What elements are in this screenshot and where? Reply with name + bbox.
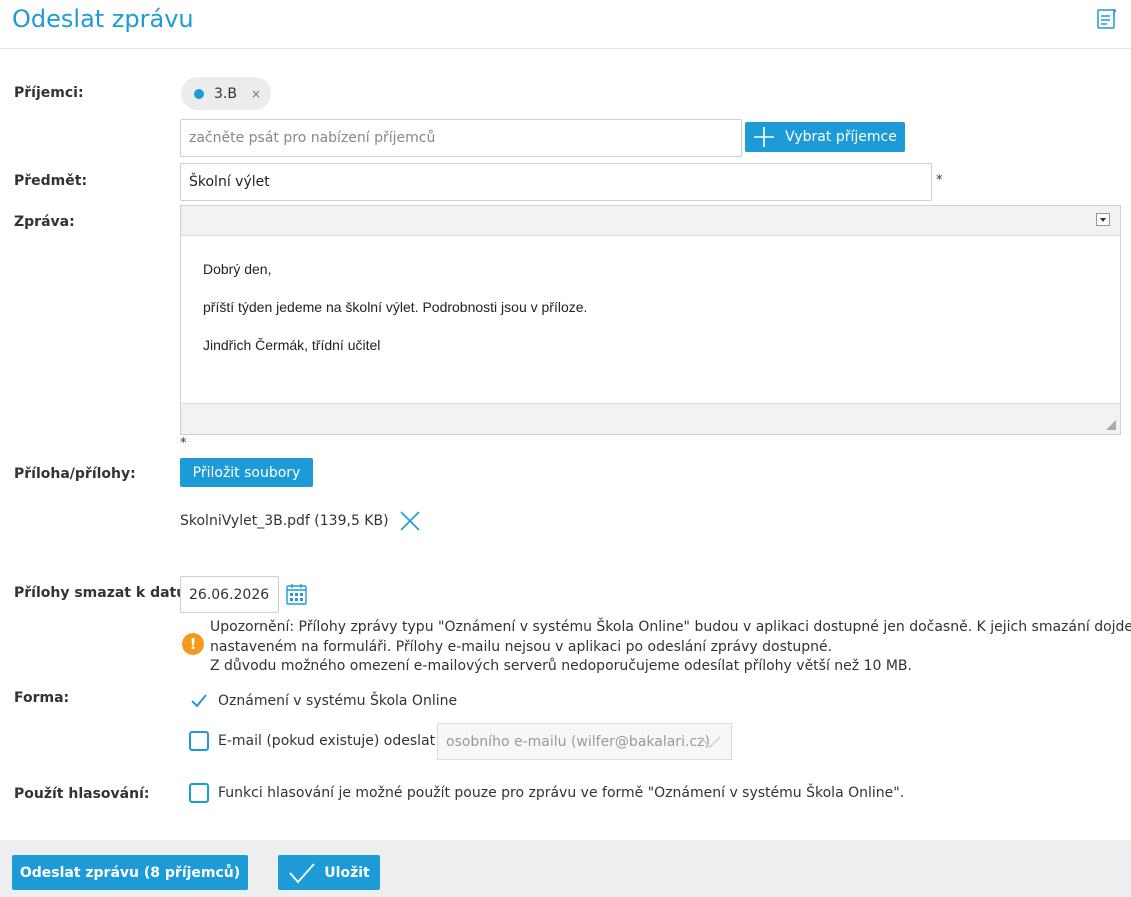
message-line: Jindřich Čermák, třídní učitel bbox=[203, 337, 381, 353]
subject-value: Školní výlet bbox=[189, 174, 270, 190]
editor-toolbar bbox=[181, 206, 1120, 236]
message-label: Zpráva: bbox=[14, 214, 75, 230]
attachment-item: SkolniVylet_3B.pdf (139,5 KB) bbox=[180, 510, 421, 532]
send-message-button[interactable]: Odeslat zprávu (8 příjemců) bbox=[12, 855, 248, 890]
select-recipients-button[interactable]: Vybrat příjemce bbox=[745, 122, 905, 152]
calendar-icon[interactable] bbox=[286, 583, 307, 605]
send-message-label: Odeslat zprávu (8 příjemců) bbox=[19, 864, 241, 881]
option-notice[interactable]: Oznámení v systému Škola Online bbox=[189, 691, 457, 711]
voting-checkbox[interactable] bbox=[189, 783, 209, 803]
message-body[interactable]: Dobrý den, příští týden jedeme na školní… bbox=[203, 261, 587, 375]
save-label: Uložit bbox=[324, 864, 370, 881]
page-header: Odeslat zprávu ? bbox=[0, 0, 1131, 49]
option-email-label: E-mail (pokud existuje) odeslat z: bbox=[218, 733, 452, 749]
message-editor[interactable]: Dobrý den, příští týden jedeme na školní… bbox=[180, 205, 1121, 435]
delete-date-value: 26.06.2026 bbox=[189, 586, 270, 603]
delete-date-label: Přílohy smazat k datu: bbox=[14, 585, 192, 601]
email-source-select[interactable]: osobního e-mailu (wilfer@bakalari.cz) bbox=[437, 723, 732, 760]
footer-bar: Odeslat zprávu (8 příjemců) Uložit bbox=[0, 840, 1131, 897]
recipient-search-input[interactable]: začněte psát pro nabízení příjemců bbox=[180, 119, 742, 157]
attachment-file-name: SkolniVylet_3B.pdf (139,5 KB) bbox=[180, 513, 389, 529]
voting-label: Použít hlasování: bbox=[14, 786, 150, 802]
recipients-label: Příjemci: bbox=[14, 85, 84, 101]
recipient-dot-icon bbox=[194, 88, 204, 99]
option-notice-label: Oznámení v systému Škola Online bbox=[218, 693, 458, 709]
option-email[interactable]: E-mail (pokud existuje) odeslat z: bbox=[189, 731, 452, 751]
page-title: Odeslat zprávu bbox=[12, 5, 194, 33]
chevron-down-icon bbox=[699, 736, 721, 748]
recipient-search-placeholder: začněte psát pro nabízení příjemců bbox=[189, 130, 436, 146]
subject-label: Předmět: bbox=[14, 173, 88, 189]
warning-text: Upozornění: Přílohy zprávy typu "Oznámen… bbox=[210, 618, 1131, 677]
message-required-mark: * bbox=[180, 436, 187, 451]
resize-grip-icon[interactable] bbox=[1106, 420, 1116, 430]
editor-statusbar bbox=[181, 403, 1120, 434]
subject-required-mark: * bbox=[936, 173, 943, 188]
recipient-chip[interactable]: 3.B × bbox=[181, 77, 271, 110]
attach-files-label: Přiložit soubory bbox=[192, 464, 301, 481]
attach-files-button[interactable]: Přiložit soubory bbox=[180, 458, 313, 487]
recipient-chip-label: 3.B bbox=[214, 85, 237, 102]
remove-recipient-icon[interactable]: × bbox=[251, 87, 261, 101]
email-source-value: osobního e-mailu (wilfer@bakalari.cz) bbox=[446, 733, 710, 750]
voting-option[interactable]: Funkci hlasování je možné použít pouze p… bbox=[189, 783, 904, 803]
warning-line: Upozornění: Přílohy zprávy typu "Oznámen… bbox=[210, 619, 1131, 635]
message-line: Dobrý den, bbox=[203, 261, 272, 277]
plus-icon bbox=[754, 127, 775, 147]
select-recipients-label: Vybrat příjemce bbox=[785, 129, 897, 145]
delete-date-input[interactable]: 26.06.2026 bbox=[180, 576, 279, 613]
warning-line: Z důvodu možného omezení e-mailových ser… bbox=[210, 658, 912, 674]
warning-line: nastaveném na formuláři. Přílohy e-mailu… bbox=[210, 638, 833, 655]
save-button[interactable]: Uložit bbox=[278, 855, 380, 890]
checkmark-icon[interactable] bbox=[189, 691, 209, 711]
svg-text:?: ? bbox=[1111, 7, 1117, 20]
form-label: Forma: bbox=[14, 690, 70, 706]
editor-toolbar-dropdown-icon[interactable] bbox=[1096, 213, 1110, 226]
message-line: příští týden jedeme na školní výlet. Pod… bbox=[203, 299, 588, 315]
help-notes-icon[interactable]: ? bbox=[1097, 6, 1119, 30]
warning-icon: ! bbox=[182, 633, 204, 655]
attachments-label: Příloha/přílohy: bbox=[14, 466, 136, 482]
checkmark-icon bbox=[289, 862, 315, 883]
email-checkbox[interactable] bbox=[189, 731, 209, 751]
subject-input[interactable]: Školní výlet bbox=[180, 163, 932, 201]
voting-text: Funkci hlasování je možné použít pouze p… bbox=[218, 785, 905, 801]
remove-attachment-icon[interactable] bbox=[399, 510, 421, 532]
